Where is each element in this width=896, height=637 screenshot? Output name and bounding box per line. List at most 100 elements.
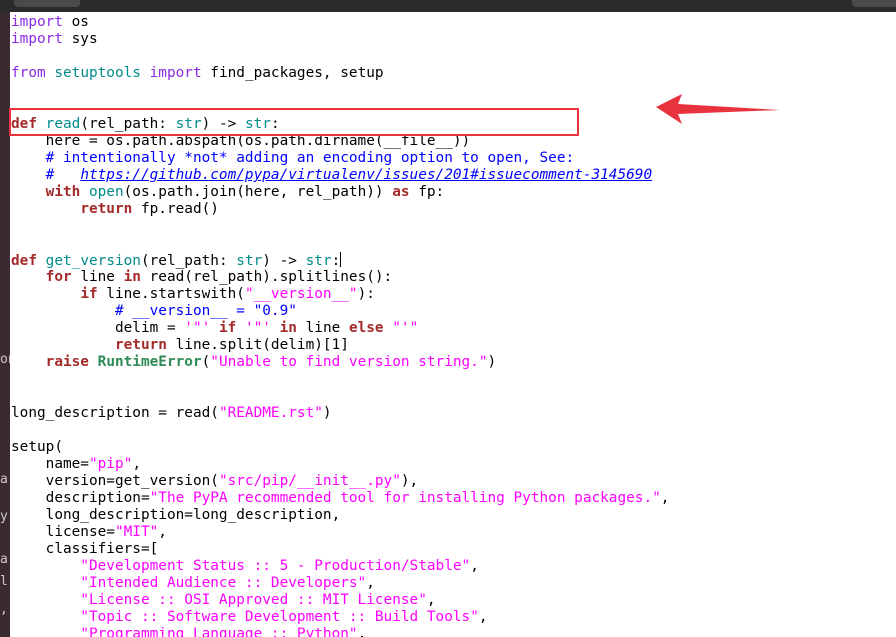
code-line[interactable] [11,235,669,252]
code-token: fp: [409,184,445,200]
code-line[interactable]: # https://github.com/pypa/virtualenv/iss… [11,167,669,184]
code-token: # intentionally *not* adding an encoding… [45,150,575,166]
background-text-fragment: , [0,602,8,617]
code-line[interactable]: license="MIT", [11,524,669,541]
code-token: str [236,253,263,269]
code-token: from [11,65,46,81]
code-token: as [392,184,410,200]
code-line[interactable]: import sys [11,31,669,48]
code-line[interactable]: import os [11,14,669,31]
code-token: license= [11,524,115,540]
code-line[interactable]: "Programming Language :: Python", [11,626,669,637]
code-line[interactable]: "Topic :: Software Development :: Build … [11,609,669,626]
code-line[interactable] [11,422,669,439]
code-token: line [71,269,124,285]
code-token: import [11,14,63,30]
code-token: ) [322,405,332,421]
code-token: "Programming Language :: Python" [80,626,358,637]
code-line[interactable]: classifiers=[ [11,541,669,558]
code-token: , [470,558,479,574]
code-line[interactable]: "Intended Audience :: Developers", [11,575,669,592]
code-token: "Development Status :: 5 - Production/St… [80,558,471,574]
code-line[interactable]: setup( [11,439,669,456]
code-line[interactable] [11,371,669,388]
code-token: str [305,253,332,269]
code-token: "MIT" [114,524,159,540]
code-token: import [149,65,202,81]
code-token: for [45,269,72,285]
tab-right[interactable] [852,0,896,7]
code-token: : [331,253,341,269]
code-token: "Intended Audience :: Developers" [80,575,367,591]
background-text-fragment: l [0,574,8,589]
code-line[interactable] [11,218,669,235]
code-line[interactable]: version=get_version("src/pip/__init__.py… [11,473,669,490]
code-line[interactable]: long_description=long_description, [11,507,669,524]
code-line[interactable]: delim = '"' if '"' in line else "'" [11,320,669,337]
code-line[interactable]: # intentionally *not* adding an encoding… [11,150,669,167]
code-line[interactable]: for line in read(rel_path).splitlines(): [11,269,669,286]
code-token: raise [45,354,89,370]
code-line[interactable]: from setuptools import find_packages, se… [11,65,669,82]
code-line[interactable]: def get_version(rel_path: str) -> str: [11,252,669,269]
code-token: "Unable to find version string." [210,354,488,370]
code-token: https://github.com/pypa/virtualenv/issue… [80,167,653,183]
code-line[interactable]: description="The PyPA recommended tool f… [11,490,670,507]
code-line[interactable]: "Development Status :: 5 - Production/St… [11,558,669,575]
code-line[interactable] [11,82,669,99]
code-line[interactable] [11,388,669,405]
code-token: (rel_path: [140,253,237,269]
code-token: classifiers=[ [11,541,159,557]
code-line[interactable]: with open(os.path.join(here, rel_path)) … [11,184,669,201]
code-line[interactable]: name="pip", [11,456,669,473]
code-token: , [366,575,375,591]
code-token: (os.path.join(here, rel_path)) [123,184,393,200]
code-line[interactable]: raise RuntimeError("Unable to find versi… [11,354,669,371]
code-line[interactable] [11,48,669,65]
code-token: , [478,609,488,625]
code-token: return [114,337,167,353]
code-token: import [11,31,63,47]
code-token: line.split(delim)[1] [166,337,349,353]
text-cursor [340,252,342,267]
code-token: with [45,184,81,200]
code-line[interactable]: long_description = read("README.rst") [11,405,669,422]
code-token: open [88,184,124,200]
code-token: def [11,253,37,269]
background-text-fragment: on [0,352,10,367]
code-line[interactable]: # __version__ = "0.9" [11,303,669,320]
code-token: name= [11,456,89,472]
code-token: long_description = read( [11,405,219,421]
code-token: "The PyPA recommended tool for installin… [149,490,661,506]
code-line[interactable]: return fp.read() [11,201,669,218]
code-token: line.startswith( [97,286,245,302]
code-line[interactable]: "License :: OSI Approved :: MIT License"… [11,592,669,609]
code-token: long_description=long_description, [11,507,341,523]
code-token: find_packages, setup [201,65,384,81]
code-token: "__version__" [244,286,358,302]
code-token: description= [11,490,150,506]
tab-left[interactable] [14,0,80,7]
code-token: # [45,167,81,183]
code-line[interactable]: return line.split(delim)[1] [11,337,669,354]
code-token: ( [201,354,211,370]
code-line[interactable]: if line.startswith("__version__"): [11,286,669,303]
code-token: line [296,320,349,336]
code-token: , [660,490,670,506]
code-token: , [357,626,367,637]
code-token: ): [357,286,375,302]
